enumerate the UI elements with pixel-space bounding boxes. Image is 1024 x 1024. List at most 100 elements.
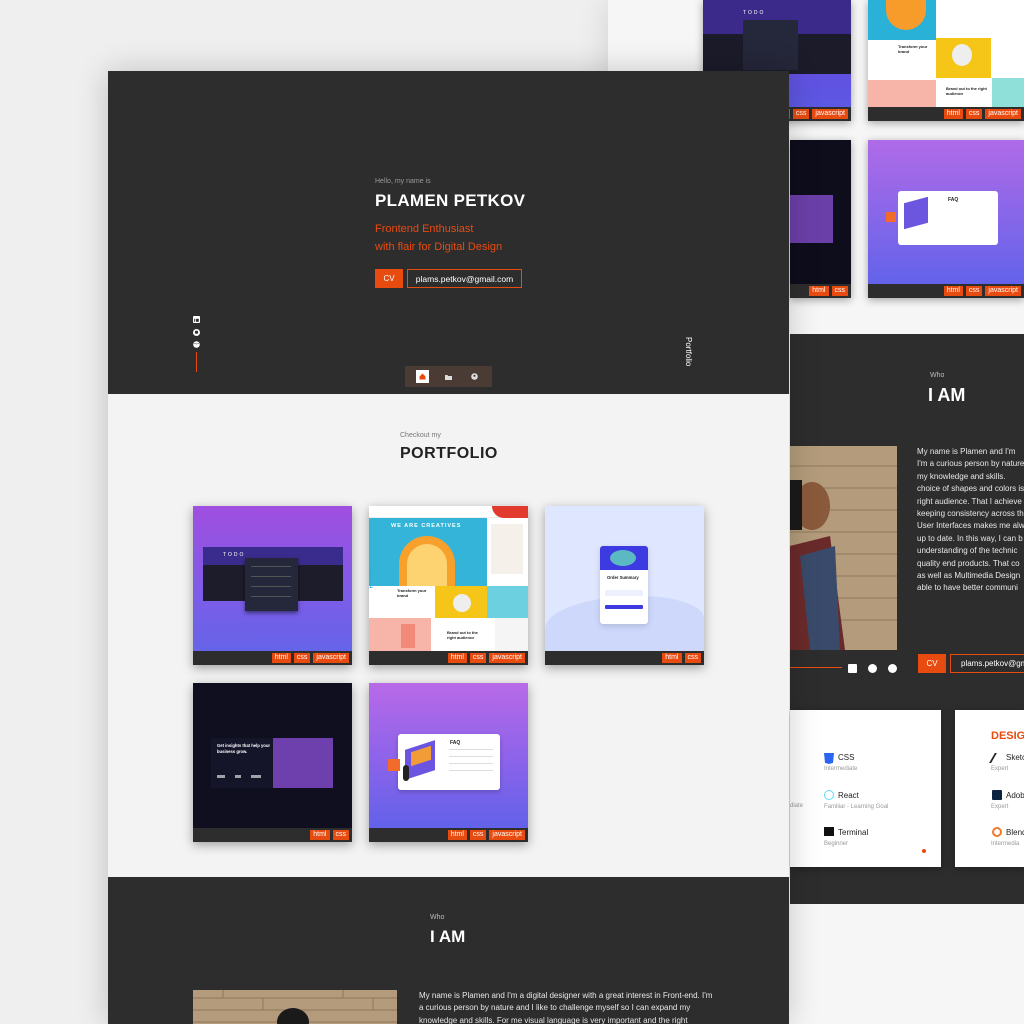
back-todo-label: TODO xyxy=(743,10,766,16)
back-para-line: my knowledge and skills. xyxy=(917,471,1006,481)
todo-preview-label: TODO xyxy=(223,552,246,558)
back-profile-photo xyxy=(790,446,897,650)
tag-bar: html css xyxy=(545,651,704,665)
tag: html xyxy=(310,830,330,840)
back-para-line: I'm a curious person by nature xyxy=(917,459,1024,469)
tag: javascript xyxy=(812,109,848,119)
tag: javascript xyxy=(985,286,1021,296)
back-github-icon[interactable] xyxy=(868,664,877,673)
skills-card-design: DESIG Sketc Expert Adob Expert Blend Int… xyxy=(955,710,1024,867)
skill-level: Expert xyxy=(991,804,1009,810)
tag-bar: html css javascript xyxy=(369,828,528,842)
portfolio-title: PORTFOLIO xyxy=(400,445,498,462)
order-summary-label: Order Summary xyxy=(607,575,639,580)
skill-level: Beginner xyxy=(824,841,849,847)
back-creatives-sub-2: Brand out to the right audience xyxy=(946,86,987,96)
portfolio-card-todo[interactable]: TODO html css javascript xyxy=(193,506,352,665)
react-icon xyxy=(824,790,834,800)
linkedin-icon[interactable] xyxy=(193,316,200,323)
cv-button[interactable]: CV xyxy=(375,269,403,288)
hero-greeting: Hello, my name is xyxy=(375,178,431,185)
tag: javascript xyxy=(489,653,525,663)
blender-icon xyxy=(992,827,1002,837)
back-para-line: choice of shapes and colors is xyxy=(917,484,1024,494)
back-para-line: User Interfaces makes me alw xyxy=(917,521,1024,531)
back-email-button[interactable]: plams.petkov@gm xyxy=(950,654,1024,673)
tag: html xyxy=(943,109,963,119)
tag: css xyxy=(469,830,487,840)
profile-photo xyxy=(193,990,397,1024)
back-tag-bar: html css javascript xyxy=(868,284,1024,298)
back-faq-label: FAQ xyxy=(948,197,959,203)
hero-name: PLAMEN PETKOV xyxy=(375,191,526,210)
tag-bar: html css xyxy=(193,828,352,842)
skill-level: Expert xyxy=(991,766,1009,772)
terminal-icon xyxy=(824,827,834,836)
back-para-line: My name is Plamen and I'm xyxy=(917,447,1016,456)
side-portfolio-link[interactable]: Portfolio xyxy=(684,337,693,366)
creatives-sub-2: Brand out to the right audience xyxy=(447,630,478,640)
tag-bar: html css javascript xyxy=(369,651,528,665)
portfolio-kicker: Checkout my xyxy=(400,432,441,439)
skill-level-partial: diate xyxy=(790,803,804,809)
tag: css xyxy=(469,653,487,663)
back-para-line: quality end products. That co xyxy=(917,558,1020,568)
tag: javascript xyxy=(489,830,525,840)
tag: css xyxy=(332,830,349,840)
skill-level: Intermediate xyxy=(824,766,858,772)
folder-icon[interactable] xyxy=(442,370,455,383)
skill-name: Adob xyxy=(1006,791,1024,800)
skill-name: CSS xyxy=(838,753,855,762)
back-para-line: as well as Multimedia Design xyxy=(917,571,1021,581)
home-icon[interactable] xyxy=(415,370,429,383)
back-linkedin-icon[interactable] xyxy=(848,664,857,673)
about-title: I AM xyxy=(430,927,466,946)
skill-level: Familiar - Learning Goal xyxy=(824,804,889,810)
tag: html xyxy=(943,286,963,296)
faq-preview-label: FAQ xyxy=(450,740,461,746)
back-about-kicker: Who xyxy=(930,372,945,379)
creatives-preview-label: WE ARE CREATIVES xyxy=(391,523,462,529)
dribbble-icon[interactable] xyxy=(193,341,200,348)
tag: javascript xyxy=(985,109,1021,119)
email-button[interactable]: plams.petkov@gmail.com xyxy=(407,269,522,288)
back-portfolio-thumb-creatives[interactable]: Transform your brand Brand out to the ri… xyxy=(868,0,1024,121)
skill-name: Sketc xyxy=(1006,753,1024,762)
skill-name: Terminal xyxy=(838,828,869,837)
portfolio-card-order-summary[interactable]: Order Summary html css xyxy=(545,506,704,665)
back-tag-bar: html css javascript xyxy=(868,107,1024,121)
back-dribbble-icon[interactable] xyxy=(888,664,897,673)
skill-name: React xyxy=(838,791,859,800)
portfolio-card-faq[interactable]: FAQ html css javascript xyxy=(369,683,528,842)
tag: css xyxy=(965,109,983,119)
sketch-icon xyxy=(989,753,1005,763)
tag: css xyxy=(792,109,810,119)
creatives-sub-1: Transform your brand xyxy=(397,588,427,598)
tag: html xyxy=(271,653,291,663)
back-divider xyxy=(790,667,842,668)
hero-tagline-line-1: Frontend Enthusiast xyxy=(375,223,474,235)
portfolio-card-insights[interactable]: Get insights that help your business gro… xyxy=(193,683,352,842)
hero-tagline: Frontend Enthusiast with flair for Digit… xyxy=(375,220,502,256)
portfolio-card-creatives[interactable]: WE ARE CREATIVES Transform your brand Br… xyxy=(369,506,528,665)
skills-design-title: DESIG xyxy=(991,730,1024,742)
skill-name: Blend xyxy=(1006,828,1024,837)
scroll-dot xyxy=(922,849,926,853)
user-icon[interactable] xyxy=(468,370,481,383)
github-icon[interactable] xyxy=(193,329,200,336)
back-portfolio-thumb-faq[interactable]: FAQ html css javascript xyxy=(868,140,1024,298)
photoshop-icon xyxy=(992,790,1002,800)
back-cv-button[interactable]: CV xyxy=(918,654,946,673)
back-portfolio-thumb-insights[interactable]: html css xyxy=(790,140,851,298)
back-para-line: up to date. In this way, I can b xyxy=(917,533,1023,543)
tag: html xyxy=(662,653,682,663)
skill-level: Intermedia xyxy=(991,841,1020,847)
back-para-line: keeping consistency across th xyxy=(917,509,1024,519)
tag: css xyxy=(831,286,848,296)
tag: html xyxy=(447,653,467,663)
tag: css xyxy=(684,653,701,663)
back-about-title: I AM xyxy=(928,385,966,405)
tag: html xyxy=(447,830,467,840)
insights-preview-label: Get insights that help your business gro… xyxy=(217,743,271,754)
skills-card-dev: diate CSS Intermediate React Familiar - … xyxy=(790,710,941,867)
